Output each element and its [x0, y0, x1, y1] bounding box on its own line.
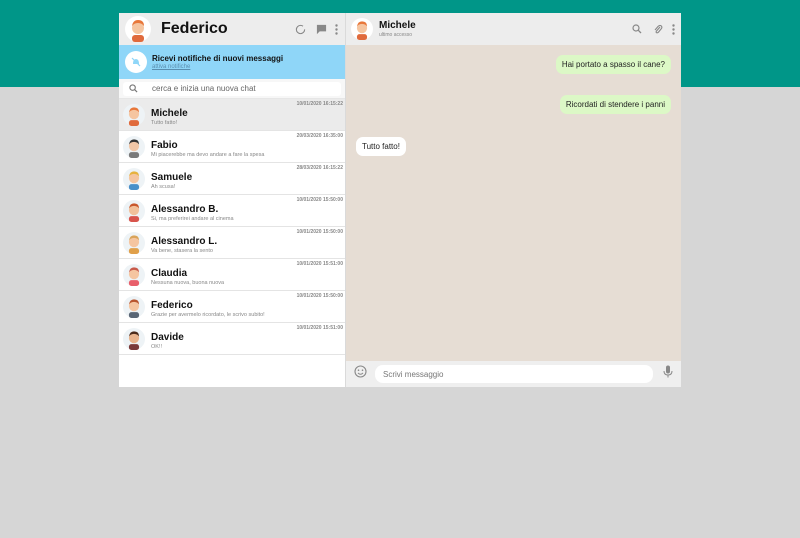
contact-avatar: [123, 135, 145, 158]
chat-timestamp: 10/01/2020 16:15:22: [296, 101, 343, 107]
chat-item[interactable]: Alessandro B. Si, ma preferirei andare al…: [119, 195, 345, 227]
notification-banner: Ricevi notifiche di nuovi messaggi attiv…: [119, 45, 345, 79]
emoji-icon[interactable]: [354, 365, 367, 383]
chat-name: Alessandro B.: [151, 203, 219, 215]
chat-item[interactable]: Fabio Mi piacerebbe ma devo andare a fare…: [119, 131, 345, 163]
chat-list: Michele Tutto fatto! 10/01/2020 16:15:22 Fa…: [119, 99, 345, 387]
contact-status: ultimo accesso: [379, 32, 413, 38]
chat-timestamp: 10/01/2020 15:50:00: [296, 293, 343, 299]
chat-last-message: Grazie per avermelo ricordato, le scrivo…: [151, 311, 265, 318]
chat-name: Alessandro L.: [151, 235, 218, 247]
notification-title: Ricevi notifiche di nuovi messaggi: [152, 54, 284, 63]
chat-item[interactable]: Claudia Nessuna nuova, buona nuova 10/01/2…: [119, 259, 345, 291]
message-input-box: [375, 365, 653, 383]
conversation-panel: Michele ultimo accesso Hai portato a spa…: [346, 13, 681, 387]
chat-timestamp: 10/01/2020 15:50:00: [296, 229, 343, 235]
contact-avatar: [123, 103, 145, 126]
message-bubble: Tutto fatto!: [356, 137, 406, 156]
message-bubble: Hai portato a spasso il cane?: [555, 55, 671, 74]
chat-timestamp: 28/03/2020 16:15:22: [296, 165, 343, 171]
chat-item[interactable]: Samuele Ah scusa! 28/03/2020 16:15:22: [119, 163, 345, 195]
chat-timestamp: 10/01/2020 15:51:00: [296, 261, 343, 267]
menu-icon[interactable]: [670, 22, 676, 36]
chat-last-message: Nessuna nuova, buona nuova: [151, 279, 225, 286]
message-bubble: Ricordati di stendere i panni: [559, 95, 671, 114]
search-box: [123, 81, 341, 96]
paperclip-icon[interactable]: [651, 22, 665, 36]
contact-avatar: [123, 167, 145, 190]
chat-last-message: Va bene, stasera la sento: [151, 247, 213, 254]
enable-notifications-link[interactable]: attiva notifiche: [152, 64, 283, 70]
chat-name: Fabio: [151, 139, 178, 151]
user-avatar[interactable]: [125, 16, 151, 42]
bell-off-icon: [125, 51, 147, 73]
chat-item[interactable]: Davide OK!! 10/01/2020 15:51:00: [119, 323, 345, 355]
chat-last-message: OK!!: [151, 343, 163, 350]
conversation-header: Michele ultimo accesso: [346, 13, 681, 45]
contact-avatar: [123, 199, 145, 222]
chat-item[interactable]: Federico Grazie per avermelo ricordato, l…: [119, 291, 345, 323]
chat-last-message: Mi piacerebbe ma devo andare a fare la s…: [151, 151, 265, 158]
contact-avatar: [123, 295, 145, 318]
chat-app: Federico Ricevi notifiche di nuovi messa…: [119, 13, 681, 387]
chat-name: Davide: [151, 331, 184, 343]
chat-item[interactable]: Michele Tutto fatto! 10/01/2020 16:15:22: [119, 99, 345, 131]
contact-avatar: [123, 327, 145, 350]
chat-icon[interactable]: [314, 22, 328, 36]
chat-timestamp: 20/03/2020 16:35:00: [296, 133, 343, 139]
contact-name: Michele: [379, 20, 416, 31]
contact-avatar[interactable]: [351, 18, 373, 40]
contact-avatar: [123, 263, 145, 286]
search-icon[interactable]: [630, 22, 644, 36]
chat-item[interactable]: Alessandro L. Va bene, stasera la sento 10…: [119, 227, 345, 259]
search-bar: [119, 79, 345, 99]
contact-avatar: [123, 231, 145, 254]
message-area: Hai portato a spasso il cane? Ricordati …: [346, 45, 681, 361]
user-name: Federico: [161, 20, 228, 37]
chat-last-message: Si, ma preferirei andare al cinema: [151, 215, 234, 222]
sidebar-header: Federico: [119, 13, 345, 45]
chat-timestamp: 10/01/2020 15:51:00: [296, 325, 343, 331]
chat-last-message: Ah scusa!: [151, 183, 176, 190]
search-icon[interactable]: [129, 84, 138, 93]
mic-icon[interactable]: [663, 365, 673, 383]
status-icon[interactable]: [293, 22, 307, 36]
message-input[interactable]: [383, 369, 653, 379]
compose-bar: [346, 361, 681, 387]
chat-name: Michele: [151, 107, 188, 119]
search-input[interactable]: [152, 84, 332, 93]
chat-last-message: Tutto fatto!: [151, 119, 178, 126]
menu-icon[interactable]: [333, 22, 339, 36]
sidebar: Federico Ricevi notifiche di nuovi messa…: [119, 13, 346, 387]
chat-name: Samuele: [151, 171, 193, 183]
chat-timestamp: 10/01/2020 15:50:00: [296, 197, 343, 203]
chat-name: Federico: [151, 299, 193, 311]
chat-name: Claudia: [151, 267, 188, 279]
